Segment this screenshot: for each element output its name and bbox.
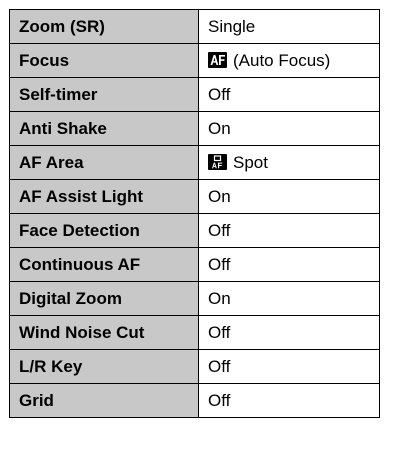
setting-name: Grid xyxy=(9,383,199,418)
setting-value-text: On xyxy=(208,118,231,138)
setting-name: AF Area xyxy=(9,145,199,180)
setting-value-text: Off xyxy=(208,254,231,274)
table-row: Face Detection Off xyxy=(9,213,380,248)
setting-name: Digital Zoom xyxy=(9,281,199,316)
setting-name: Face Detection xyxy=(9,213,199,248)
setting-value-text: Off xyxy=(208,390,231,410)
setting-value: Off xyxy=(198,77,380,112)
table-row: L/R Key Off xyxy=(9,349,380,384)
table-row: Continuous AF Off xyxy=(9,247,380,282)
af-spot-icon xyxy=(208,153,227,170)
setting-name: Anti Shake xyxy=(9,111,199,146)
setting-value: Off xyxy=(198,315,380,350)
setting-value-text: On xyxy=(208,186,231,206)
setting-value-text: On xyxy=(208,288,231,308)
setting-value: Off xyxy=(198,383,380,418)
af-auto-focus-icon xyxy=(208,51,227,68)
setting-name: Self-timer xyxy=(9,77,199,112)
table-row: AF Area Spot xyxy=(9,145,380,180)
settings-table: Zoom (SR) Single Focus (Auto Focus) Self… xyxy=(9,9,380,418)
setting-value: Off xyxy=(198,247,380,282)
setting-value-text: Spot xyxy=(233,152,268,172)
setting-name: Wind Noise Cut xyxy=(9,315,199,350)
setting-value: Spot xyxy=(198,145,380,180)
table-row: Grid Off xyxy=(9,383,380,418)
setting-value: Off xyxy=(198,213,380,248)
setting-value: Single xyxy=(198,9,380,44)
setting-value-text: Off xyxy=(208,356,231,376)
setting-value: On xyxy=(198,179,380,214)
table-row: Self-timer Off xyxy=(9,77,380,112)
setting-value: On xyxy=(198,111,380,146)
setting-value: On xyxy=(198,281,380,316)
table-row: Wind Noise Cut Off xyxy=(9,315,380,350)
setting-name: AF Assist Light xyxy=(9,179,199,214)
setting-value-text: Single xyxy=(208,16,256,36)
setting-name: Continuous AF xyxy=(9,247,199,282)
table-row: Anti Shake On xyxy=(9,111,380,146)
setting-value-text: (Auto Focus) xyxy=(233,50,331,70)
setting-value: (Auto Focus) xyxy=(198,43,380,78)
setting-name: L/R Key xyxy=(9,349,199,384)
table-row: Zoom (SR) Single xyxy=(9,9,380,44)
setting-name: Focus xyxy=(9,43,199,78)
setting-value-text: Off xyxy=(208,322,231,342)
table-row: AF Assist Light On xyxy=(9,179,380,214)
setting-value-text: Off xyxy=(208,84,231,104)
table-row: Digital Zoom On xyxy=(9,281,380,316)
setting-name: Zoom (SR) xyxy=(9,9,199,44)
table-row: Focus (Auto Focus) xyxy=(9,43,380,78)
setting-value-text: Off xyxy=(208,220,231,240)
setting-value: Off xyxy=(198,349,380,384)
